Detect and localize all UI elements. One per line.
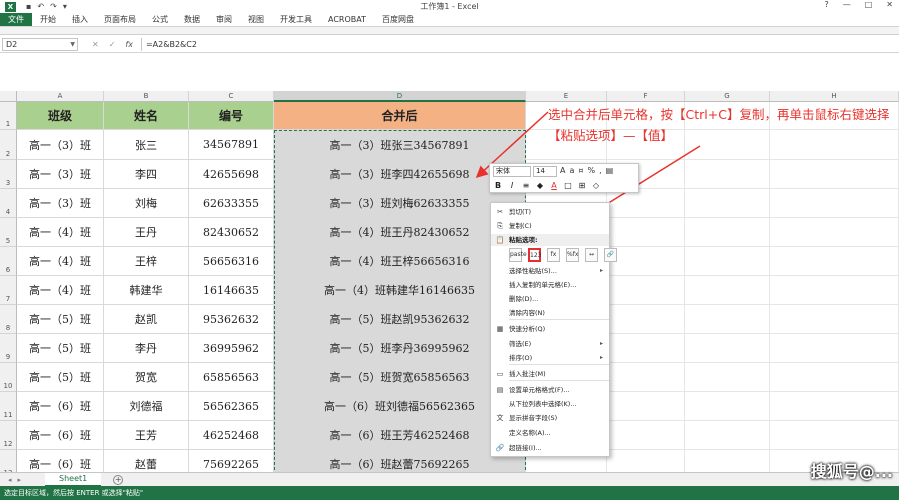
menu-item: 📋 粘贴选项: — [491, 234, 609, 246]
quick-analysis-icon: ▦ — [496, 325, 504, 333]
menu-item-label: 删除(D)... — [509, 295, 539, 303]
paste-icon: 📋 — [495, 236, 505, 244]
paste-options-row: paste 123 fx %fx ↔ 🔗 — [509, 248, 617, 262]
font-color-icon[interactable]: A — [549, 180, 559, 191]
format-painter-icon[interactable]: ▤ — [606, 166, 614, 175]
submenu-arrow-icon: ▸ — [599, 340, 603, 347]
menu-item[interactable]: ▭ 插入批注(M) — [491, 368, 609, 380]
submenu-arrow-icon: ▸ — [599, 354, 603, 361]
percent-icon[interactable]: % — [587, 166, 595, 175]
merge-icon[interactable]: ⊞ — [577, 180, 587, 191]
menu-item-label: 插入批注(M) — [509, 370, 546, 378]
menu-item[interactable]: ▤ 设置单元格格式(F)... — [491, 384, 609, 396]
increase-font-icon[interactable]: A — [560, 166, 565, 175]
menu-item-label: 粘贴选项: — [509, 236, 538, 244]
menu-item-label: 快速分析(Q) — [509, 325, 546, 333]
menu-item-label: 从下拉列表中选择(K)... — [509, 400, 577, 408]
submenu-arrow-icon: ▸ — [599, 267, 603, 274]
menu-item-label: 超链接(I)... — [509, 444, 542, 452]
menu-item[interactable]: ⎘ 复制(C) — [491, 220, 609, 232]
menu-item[interactable]: 删除(D)... — [491, 293, 609, 305]
font-name-select[interactable]: 宋体 — [493, 166, 531, 177]
decrease-font-icon[interactable]: a — [569, 166, 574, 175]
menu-item-label: 插入复制的单元格(E)... — [509, 281, 577, 289]
menu-item-label: 选择性粘贴(S)... — [509, 267, 557, 275]
watermark: 搜狐号@... — [810, 462, 893, 481]
eraser-icon[interactable]: ◇ — [591, 180, 601, 191]
paste-values-icon[interactable]: 123 — [528, 248, 541, 262]
paste-formulas-icon[interactable]: fx — [547, 248, 560, 262]
paste-link-icon[interactable]: 🔗 — [604, 248, 617, 262]
menu-item-label: 筛选(E) — [509, 340, 532, 348]
menu-item[interactable]: 🔗 超链接(I)... — [491, 442, 609, 454]
borders-icon[interactable]: □ — [563, 180, 573, 191]
format-cells-icon: ▤ — [496, 386, 504, 394]
italic-icon[interactable]: I — [507, 180, 517, 191]
annotation-arrows — [475, 111, 701, 252]
menu-item[interactable]: 排序(O) ▸ — [491, 352, 609, 364]
sheet-tab-bar: ◂▸ Sheet1 + — [0, 472, 899, 487]
menu-item[interactable]: 定义名称(A)... — [491, 427, 609, 439]
bold-icon[interactable]: B — [493, 180, 503, 191]
paste-formulas-number-format-icon[interactable]: %fx — [566, 248, 579, 262]
sheet-tab-sheet1[interactable]: Sheet1 — [45, 472, 102, 487]
menu-item[interactable]: ✂ 剪切(T) — [491, 206, 609, 218]
menu-item-label: 排序(O) — [509, 354, 533, 362]
hyperlink-icon: 🔗 — [495, 444, 505, 452]
menu-item[interactable]: 插入复制的单元格(E)... — [491, 279, 609, 291]
currency-icon[interactable]: ¤ — [578, 166, 583, 175]
menu-item-label: 复制(C) — [509, 222, 532, 230]
phonetic-icon: 文 — [496, 414, 504, 422]
menu-item-label: 剪切(T) — [509, 208, 532, 216]
align-center-icon[interactable]: ≡ — [521, 180, 531, 191]
fill-color-icon[interactable]: ◆ — [535, 180, 545, 191]
menu-item-label: 显示拼音字段(S) — [509, 414, 558, 422]
mini-toolbar: 宋体 14 A a ¤ % , ▤ B I ≡ ◆ A □ ⊞ ◇ — [489, 163, 639, 193]
copy-icon: ⎘ — [497, 222, 503, 230]
menu-item[interactable]: 筛选(E) ▸ — [491, 338, 609, 350]
font-size-select[interactable]: 14 — [533, 166, 557, 177]
comma-icon[interactable]: , — [599, 166, 602, 175]
paste-icon[interactable]: paste — [509, 248, 527, 262]
annotation-text: 选中合并后单元格，按【Ctrl+C】复制，再单击鼠标右键选择【粘贴选项】—【值】 — [548, 107, 890, 143]
menu-separator — [509, 364, 609, 365]
menu-item[interactable]: 清除内容(N) — [491, 307, 609, 319]
add-sheet-button[interactable]: + — [113, 474, 124, 485]
menu-item[interactable]: ▦ 快速分析(Q) — [491, 323, 609, 335]
menu-item-label: 设置单元格格式(F)... — [509, 386, 570, 394]
menu-separator — [509, 380, 609, 381]
context-menu: ✂ 剪切(T) ⎘ 复制(C) 📋 粘贴选项: 选择性粘贴(S)... ▸ 插入复制的单元格(E… — [490, 202, 617, 457]
menu-item[interactable]: 文显示拼音字段(S) — [491, 412, 609, 424]
menu-item[interactable]: 选择性粘贴(S)... ▸ — [491, 265, 609, 277]
comment-icon: ▭ — [496, 370, 504, 378]
scissors-icon: ✂ — [497, 208, 503, 216]
paste-transpose-icon[interactable]: ↔ — [585, 248, 598, 262]
menu-item[interactable]: 从下拉列表中选择(K)... — [491, 398, 609, 410]
menu-separator — [509, 319, 609, 320]
status-bar: 选定目标区域，然后按 ENTER 或选择"粘贴" — [0, 486, 899, 500]
menu-item-label: 定义名称(A)... — [509, 429, 551, 437]
menu-item-label: 清除内容(N) — [509, 309, 545, 317]
sheet-nav-arrows[interactable]: ◂▸ — [8, 476, 27, 484]
